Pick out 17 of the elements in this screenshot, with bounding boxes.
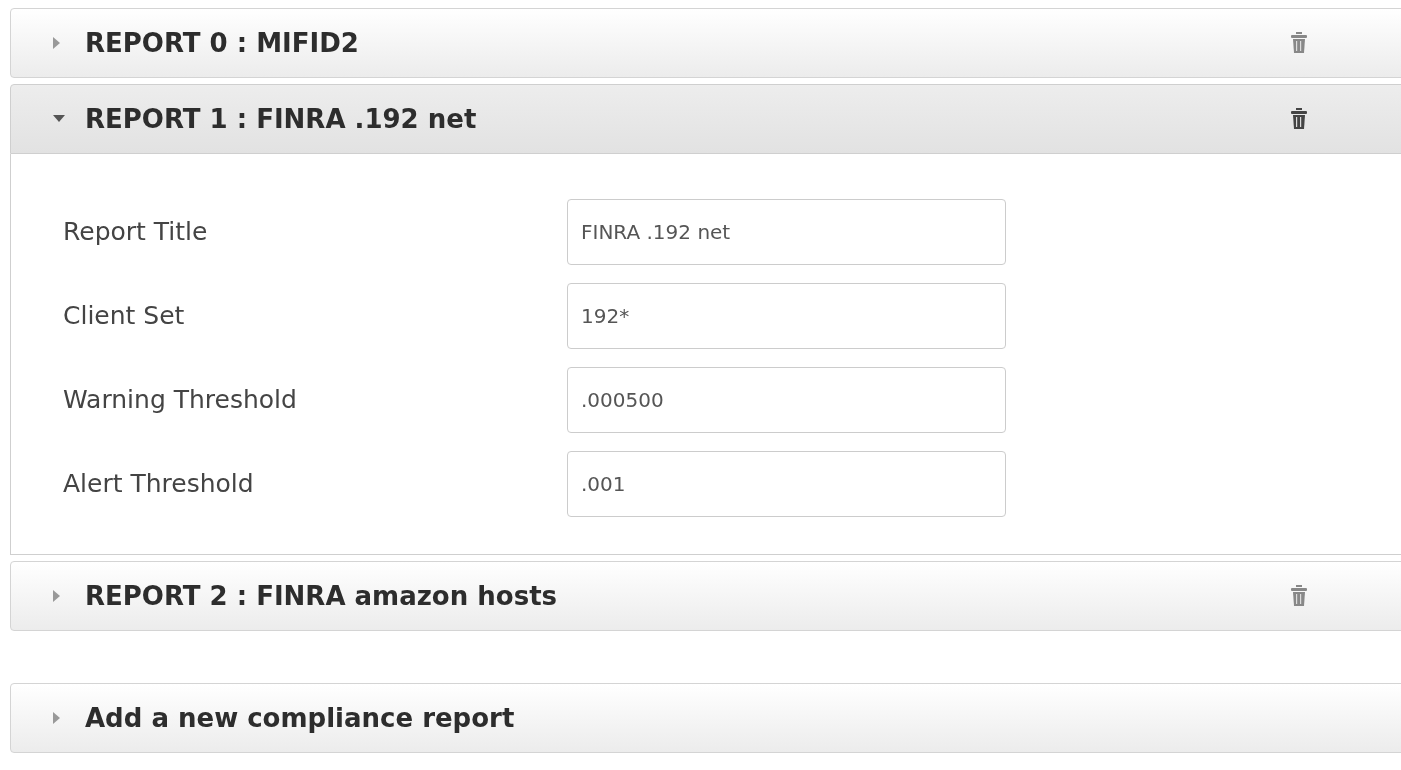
field-label: Warning Threshold	[62, 384, 298, 417]
text-field[interactable]: .001	[567, 451, 1006, 517]
report-title: REPORT 0 : MIFID2	[85, 26, 359, 60]
report-title: REPORT 1 : FINRA .192 net	[85, 102, 477, 136]
report-title: Add a new compliance report	[85, 701, 515, 735]
field-label: Report Title	[62, 216, 209, 249]
accordion-header[interactable]: REPORT 2 : FINRA amazon hosts	[10, 561, 1401, 631]
text-field[interactable]: .000500	[567, 367, 1006, 433]
trash-icon[interactable]	[1291, 108, 1307, 130]
accordion-header[interactable]: REPORT 0 : MIFID2	[10, 8, 1401, 78]
report-title: REPORT 2 : FINRA amazon hosts	[85, 579, 558, 613]
text-field[interactable]: 192*	[567, 283, 1006, 349]
field-label: Alert Threshold	[62, 468, 255, 501]
text-field[interactable]: FINRA .192 net	[567, 199, 1006, 265]
accordion-header[interactable]: Add a new compliance report	[10, 683, 1401, 753]
field-label: Client Set	[62, 300, 186, 333]
accordion-header[interactable]: REPORT 1 : FINRA .192 net	[10, 84, 1401, 154]
